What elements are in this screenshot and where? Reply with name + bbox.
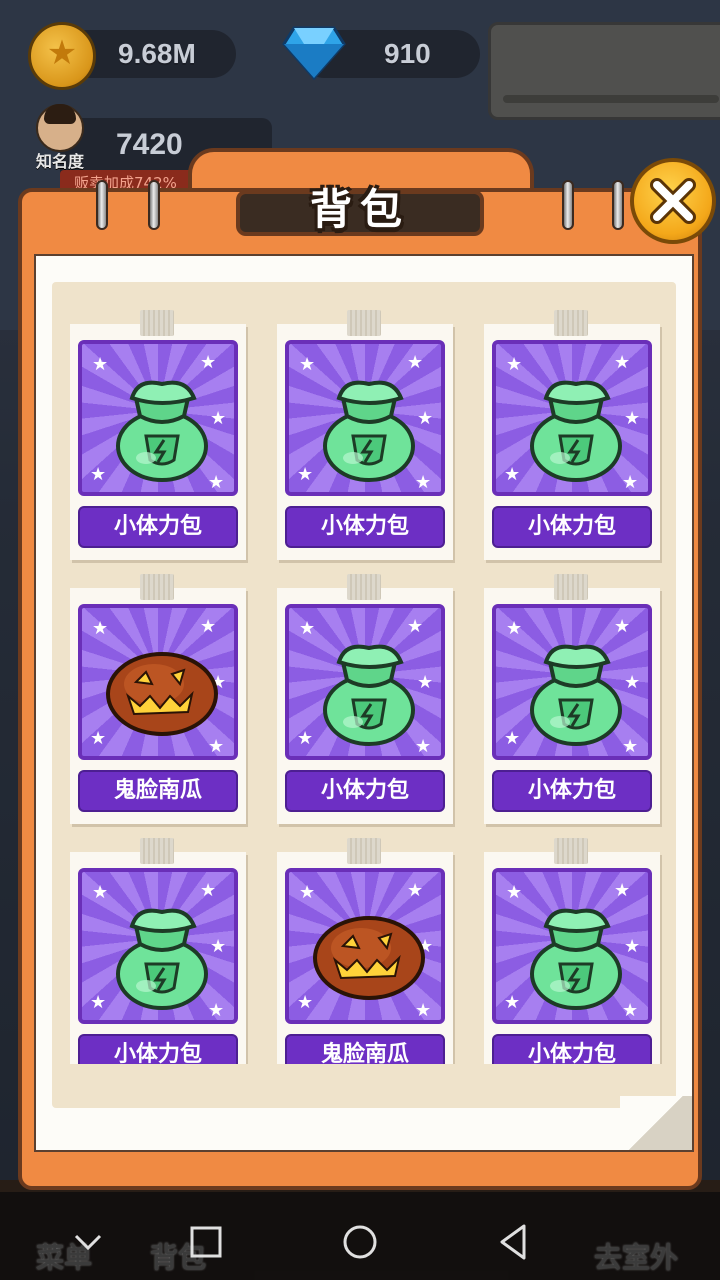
back-icon[interactable] [486, 1214, 542, 1270]
tape-decor [347, 574, 381, 600]
item-frame: ★ ★ ★ ★ ★ [285, 340, 445, 496]
home-icon[interactable] [332, 1214, 388, 1270]
inventory-grid[interactable]: ★ ★ ★ ★ ★ 小体力包 ★ ★ ★ ★ ★ 小体力包 ★ ★ ★ ★ ★ 小体力包 ★ ★ ★ ★ ★ 鬼脸南瓜 ★ ★ ★ ★… [62, 298, 670, 1064]
energy-bag-icon [116, 380, 208, 482]
item-frame: ★ ★ ★ ★ ★ [78, 604, 238, 760]
inventory-item-card[interactable]: ★ ★ ★ ★ ★ 小体力包 [484, 310, 660, 560]
item-name-label: 鬼脸南瓜 [78, 770, 238, 812]
tape-decor [347, 838, 381, 864]
item-name-label: 小体力包 [78, 1034, 238, 1064]
tape-decor [140, 838, 174, 864]
energy-bag-icon [323, 644, 415, 746]
item-frame: ★ ★ ★ ★ ★ [78, 868, 238, 1024]
energy-bag-icon [323, 380, 415, 482]
item-frame: ★ ★ ★ ★ ★ [285, 604, 445, 760]
close-button[interactable] [630, 158, 716, 244]
item-frame: ★ ★ ★ ★ ★ [492, 340, 652, 496]
binder-ring [562, 180, 574, 230]
item-name-label: 小体力包 [492, 506, 652, 548]
item-frame: ★ ★ ★ ★ ★ [492, 604, 652, 760]
tape-decor [554, 310, 588, 336]
fame-label: 知名度 [36, 152, 85, 171]
close-icon [650, 178, 696, 224]
coin-icon [28, 22, 96, 90]
dialog-title: 背包 [309, 185, 410, 234]
binder-ring [148, 180, 160, 230]
fame-value: 7420 [116, 128, 183, 161]
avatar [36, 104, 84, 152]
tape-decor [140, 574, 174, 600]
inventory-item-card[interactable]: ★ ★ ★ ★ ★ 小体力包 [70, 310, 246, 560]
pumpkin-icon [313, 916, 425, 1000]
coin-value: 9.68M [118, 38, 196, 69]
item-name-label: 小体力包 [492, 1034, 652, 1064]
tape-decor [347, 310, 381, 336]
item-frame: ★ ★ ★ ★ ★ [285, 868, 445, 1024]
inventory-item-card[interactable]: ★ ★ ★ ★ ★ 鬼脸南瓜 [277, 838, 453, 1064]
item-name-label: 小体力包 [492, 770, 652, 812]
energy-bag-icon [116, 908, 208, 1010]
inventory-item-card[interactable]: ★ ★ ★ ★ ★ 小体力包 [70, 838, 246, 1064]
pumpkin-icon [106, 652, 218, 736]
item-frame: ★ ★ ★ ★ ★ [492, 868, 652, 1024]
item-name-label: 小体力包 [285, 506, 445, 548]
item-name-label: 鬼脸南瓜 [285, 1034, 445, 1064]
energy-bag-icon [530, 380, 622, 482]
page-curl-decor [620, 1096, 692, 1150]
inventory-item-card[interactable]: ★ ★ ★ ★ ★ 小体力包 [484, 574, 660, 824]
outdoor-label: 去室外 [594, 1241, 679, 1274]
inventory-item-card[interactable]: ★ ★ ★ ★ ★ 小体力包 [277, 310, 453, 560]
tape-decor [554, 574, 588, 600]
energy-bag-icon [530, 908, 622, 1010]
binder-ring [96, 180, 108, 230]
tape-decor [554, 838, 588, 864]
item-name-label: 小体力包 [78, 506, 238, 548]
inventory-item-card[interactable]: ★ ★ ★ ★ ★ 小体力包 [277, 574, 453, 824]
tape-decor [140, 310, 174, 336]
gem-value: 910 [384, 38, 431, 69]
inventory-item-card[interactable]: ★ ★ ★ ★ ★ 鬼脸南瓜 [70, 574, 246, 824]
diamond-icon [282, 26, 346, 80]
binder-ring [612, 180, 624, 230]
energy-bag-icon [530, 644, 622, 746]
inventory-item-card[interactable]: ★ ★ ★ ★ ★ 小体力包 [484, 838, 660, 1064]
item-name-label: 小体力包 [285, 770, 445, 812]
recent-apps-icon[interactable] [178, 1214, 234, 1270]
item-frame: ★ ★ ★ ★ ★ [78, 340, 238, 496]
chevron-down-icon[interactable] [60, 1214, 116, 1270]
